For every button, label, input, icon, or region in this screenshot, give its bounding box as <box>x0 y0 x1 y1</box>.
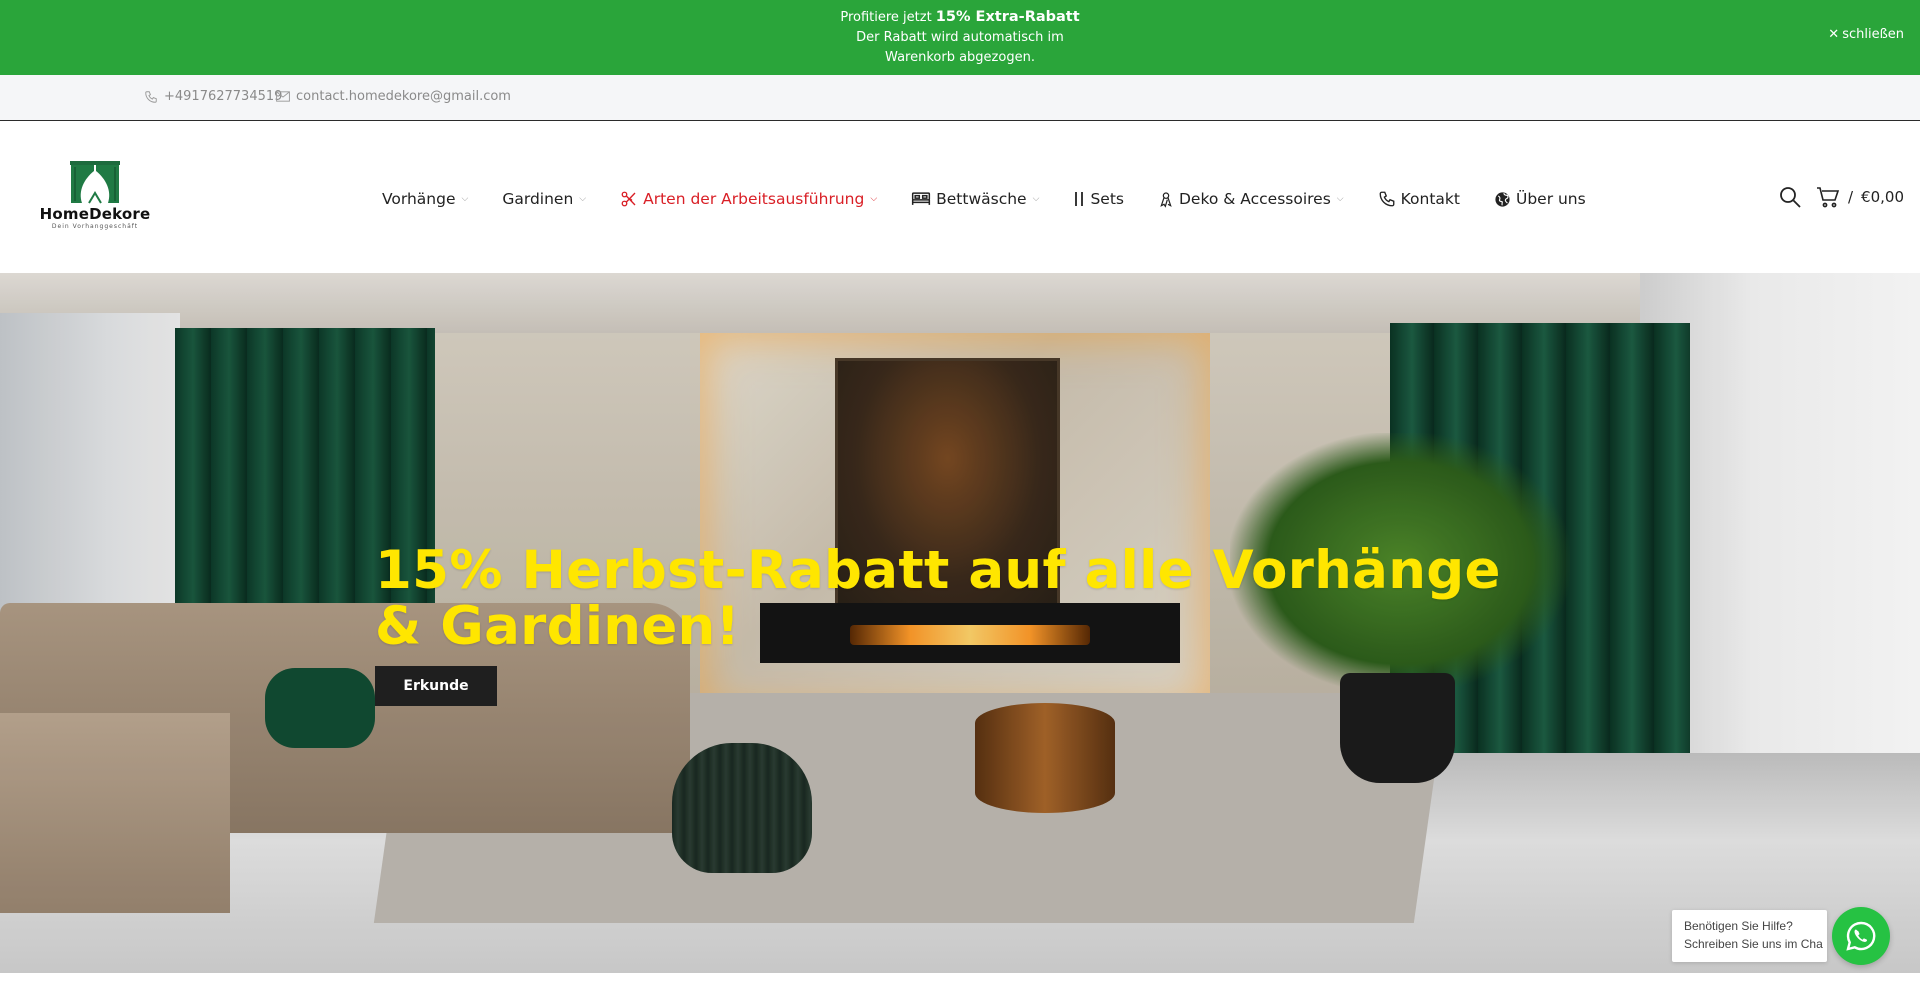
chevron-down-icon: ⌵ <box>1336 194 1344 204</box>
nav-label: Gardinen <box>502 190 574 208</box>
whatsapp-button[interactable] <box>1832 907 1890 965</box>
contact-email-text: contact.homedekore@gmail.com <box>296 89 511 104</box>
hero-cta-button[interactable]: Erkunde <box>375 666 497 706</box>
close-icon: ✕ <box>1828 27 1840 42</box>
search-icon[interactable] <box>1778 185 1802 209</box>
promo-close-label: schließen <box>1842 27 1904 42</box>
mail-icon <box>276 91 290 102</box>
ribbon-icon <box>1160 192 1172 208</box>
nav-label: Über uns <box>1515 190 1586 208</box>
cart-separator: / <box>1847 188 1854 206</box>
contact-email-link[interactable]: contact.homedekore@gmail.com <box>276 89 511 104</box>
promo-close-button[interactable]: ✕ schließen <box>1828 27 1904 42</box>
promo-text: Profitiere jetzt 15% Extra-Rabatt Der Ra… <box>820 7 1100 68</box>
scissors-icon <box>621 191 636 207</box>
sets-icon <box>1075 192 1084 206</box>
hero-title: 15% Herbst-Rabatt auf alle Vorhänge & Ga… <box>375 540 1501 657</box>
cart-icon <box>1816 187 1840 208</box>
nav-item-kontakt[interactable]: Kontakt <box>1378 190 1460 208</box>
globe-icon <box>1495 191 1510 207</box>
nav-item-sets[interactable]: Sets <box>1073 190 1124 208</box>
chevron-down-icon: ⌵ <box>1032 194 1040 204</box>
nav-item-ueber-uns[interactable]: Über uns <box>1494 190 1586 208</box>
whatsapp-icon <box>1846 921 1876 951</box>
nav-item-arbeitsausfuehrung[interactable]: Arten der Arbeitsausführung ⌵ <box>620 190 877 208</box>
promo-line2: Der Rabatt wird automatisch im Warenkorb… <box>856 30 1064 65</box>
nav-label: Vorhänge <box>382 190 456 208</box>
contact-phone-link[interactable]: +4917627734519 <box>144 89 282 104</box>
main-nav: Vorhänge ⌵ Gardinen ⌵ Arten der Arbeitsa… <box>382 179 1620 219</box>
header-actions: / €0,00 <box>1778 185 1904 209</box>
hero-banner: 15% Herbst-Rabatt auf alle Vorhänge & Ga… <box>0 273 1920 973</box>
promo-banner: Profitiere jetzt 15% Extra-Rabatt Der Ra… <box>0 0 1920 75</box>
cart-total: €0,00 <box>1861 188 1904 206</box>
phone-icon <box>1379 191 1395 207</box>
nav-label: Bettwäsche <box>936 190 1027 208</box>
nav-item-gardinen[interactable]: Gardinen ⌵ <box>502 190 586 208</box>
bed-icon <box>912 192 931 205</box>
logo[interactable]: HomeDekore Dein Vorhanggeschäft <box>34 161 156 233</box>
nav-item-vorhaenge[interactable]: Vorhänge ⌵ <box>382 190 468 208</box>
whatsapp-line1: Benötigen Sie Hilfe? <box>1684 919 1793 933</box>
contact-phone-text: +4917627734519 <box>164 89 283 104</box>
contact-bar: +4917627734519 contact.homedekore@gmail.… <box>0 75 1920 121</box>
logo-tagline: Dein Vorhanggeschäft <box>51 223 139 230</box>
promo-line1-bold: 15% Extra-Rabatt <box>935 9 1080 25</box>
promo-line1-prefix: Profitiere jetzt <box>840 10 936 25</box>
site-header: HomeDekore Dein Vorhanggeschäft Vorhänge… <box>0 121 1920 273</box>
nav-label: Kontakt <box>1400 190 1460 208</box>
nav-label: Deko & Accessoires <box>1178 190 1331 208</box>
curtain-logo-icon <box>70 161 120 204</box>
nav-item-deko[interactable]: Deko & Accessoires ⌵ <box>1158 190 1344 208</box>
nav-label: Arten der Arbeitsausführung <box>643 190 865 208</box>
chevron-down-icon: ⌵ <box>870 194 878 204</box>
whatsapp-help-bubble[interactable]: Benötigen Sie Hilfe? Schreiben Sie uns i… <box>1672 910 1827 962</box>
chevron-down-icon: ⌵ <box>579 194 587 204</box>
cart-button[interactable]: / €0,00 <box>1816 186 1904 208</box>
chevron-down-icon: ⌵ <box>461 194 469 204</box>
whatsapp-line2: Schreiben Sie uns im Cha <box>1684 937 1823 951</box>
nav-label: Sets <box>1090 190 1124 208</box>
nav-item-bettwaesche[interactable]: Bettwäsche ⌵ <box>911 190 1039 208</box>
phone-icon <box>145 90 157 103</box>
logo-name: HomeDekore <box>39 205 151 223</box>
